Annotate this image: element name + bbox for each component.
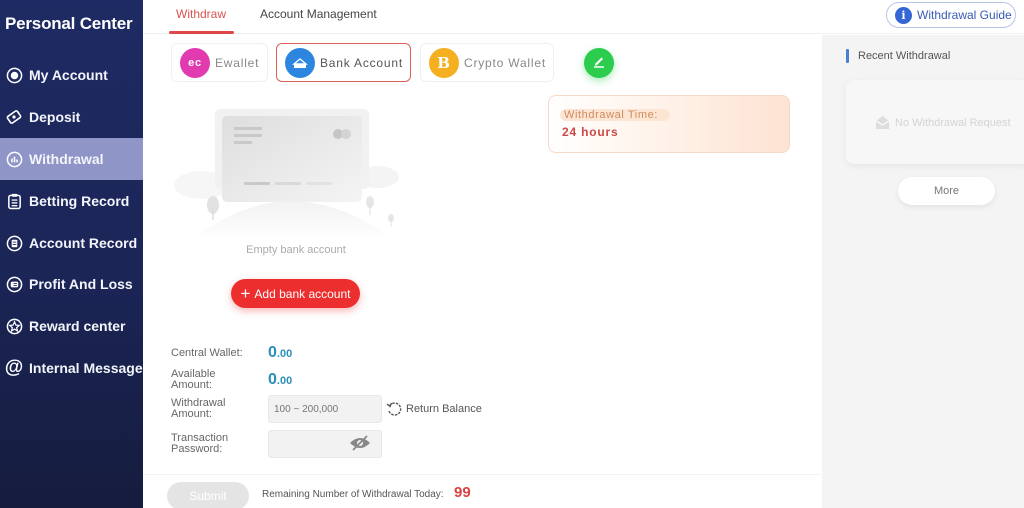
add-bank-account-button[interactable]: + Add bank account	[231, 279, 360, 308]
available-amount-label: Available Amount:	[171, 369, 215, 391]
central-wallet-label: Central Wallet:	[171, 347, 243, 359]
pencil-icon	[591, 53, 607, 74]
sidebar-item-label: Reward center	[29, 318, 126, 334]
sidebar: Personal Center My Account Deposit Withd…	[0, 0, 143, 508]
tab-account-management[interactable]: Account Management	[260, 0, 377, 34]
method-label: Ewallet	[215, 55, 260, 70]
available-amount-value: 0.00	[268, 371, 292, 389]
return-balance-label: Return Balance	[406, 403, 482, 415]
withdrawal-guide-button[interactable]: i Withdrawal Guide	[886, 2, 1016, 28]
method-ewallet[interactable]: ec Ewallet	[171, 43, 268, 82]
sidebar-item-label: Deposit	[29, 109, 81, 125]
transaction-password-label: Transaction Password:	[171, 433, 228, 455]
sidebar-item-my-account[interactable]: My Account	[0, 54, 143, 96]
central-wallet-value: 0.00	[268, 344, 292, 362]
sidebar-item-label: Profit And Loss	[29, 276, 133, 292]
central-wallet-dec: .00	[276, 348, 293, 360]
more-button[interactable]: More	[898, 177, 995, 205]
label-line: Amount:	[171, 408, 212, 420]
central-wallet-int: 0	[268, 344, 277, 361]
method-bank-account[interactable]: Bank Account	[276, 43, 411, 82]
sidebar-item-withdrawal[interactable]: Withdrawal	[0, 138, 143, 180]
top-tabs: Withdraw Account Management i Withdrawal…	[143, 0, 1024, 34]
empty-bank-text: Empty bank account	[246, 244, 346, 256]
withdrawal-icon	[5, 150, 23, 168]
add-bank-account-label: Add bank account	[254, 286, 351, 301]
method-label: Crypto Wallet	[464, 55, 546, 70]
no-withdrawal-request: No Withdrawal Request	[874, 115, 1011, 130]
deposit-icon	[5, 108, 23, 126]
sidebar-title: Personal Center	[5, 14, 133, 33]
app-root: Personal Center My Account Deposit Withd…	[0, 0, 1024, 508]
reward-icon	[5, 317, 23, 335]
withdrawal-time-label: Withdrawal Time:	[560, 109, 670, 121]
bitcoin-icon: B	[429, 47, 459, 78]
remaining-withdrawals-count: 99	[454, 484, 471, 501]
edit-button[interactable]	[584, 48, 614, 78]
inbox-icon	[875, 116, 890, 129]
tab-withdraw[interactable]: Withdraw	[168, 0, 235, 34]
recent-withdrawal-card: No Withdrawal Request	[846, 80, 1024, 164]
method-label: Bank Account	[320, 55, 403, 70]
sidebar-item-label: Internal Message	[29, 360, 143, 376]
clipboard-icon	[5, 192, 23, 210]
sidebar-item-internal-message[interactable]: @ Internal Message	[0, 347, 143, 389]
sidebar-item-label: My Account	[29, 67, 108, 83]
remaining-withdrawals-label: Remaining Number of Withdrawal Today:	[262, 489, 444, 500]
profit-icon	[5, 275, 23, 293]
refresh-icon	[386, 402, 402, 416]
record-icon	[5, 234, 23, 252]
ewallet-icon: ec	[180, 47, 210, 78]
empty-bank-illustration	[172, 105, 402, 245]
withdrawal-time-value: 24 hours	[562, 125, 619, 139]
label-line: Amount:	[171, 379, 212, 391]
sidebar-item-betting-record[interactable]: Betting Record	[0, 180, 143, 222]
no-withdrawal-text: No Withdrawal Request	[895, 116, 1011, 129]
label-line: Password:	[171, 443, 223, 455]
sidebar-item-reward-center[interactable]: Reward center	[0, 305, 143, 347]
form-footer: Submit Remaining Number of Withdrawal To…	[143, 474, 821, 508]
info-icon: i	[895, 6, 912, 24]
sidebar-item-deposit[interactable]: Deposit	[0, 96, 143, 138]
plus-icon: +	[240, 284, 251, 303]
withdrawal-guide-label: Withdrawal Guide	[917, 8, 1012, 22]
sidebar-item-profit-and-loss[interactable]: Profit And Loss	[0, 263, 143, 305]
recent-withdrawal-panel: Recent Withdrawal No Withdrawal Request …	[822, 35, 1024, 508]
withdrawal-time-card: Withdrawal Time: 24 hours	[548, 95, 790, 153]
sidebar-item-account-record[interactable]: Account Record	[0, 222, 143, 264]
available-amount-int: 0	[268, 371, 277, 388]
sidebar-item-label: Withdrawal	[29, 151, 104, 167]
eye-hidden-icon[interactable]	[349, 435, 371, 451]
return-balance-button[interactable]: Return Balance	[386, 401, 482, 417]
withdrawal-amount-label: Withdrawal Amount:	[171, 398, 225, 420]
sidebar-item-label: Betting Record	[29, 193, 130, 209]
at-icon: @	[4, 357, 24, 378]
recent-withdrawal-title: Recent Withdrawal	[846, 49, 950, 63]
sidebar-item-label: Account Record	[29, 235, 138, 251]
withdrawal-amount-input[interactable]	[268, 395, 382, 423]
bank-card-icon	[285, 47, 315, 78]
available-amount-dec: .00	[276, 375, 293, 387]
account-icon	[5, 66, 23, 84]
method-crypto-wallet[interactable]: B Crypto Wallet	[420, 43, 554, 82]
submit-button[interactable]: Submit	[167, 482, 249, 508]
